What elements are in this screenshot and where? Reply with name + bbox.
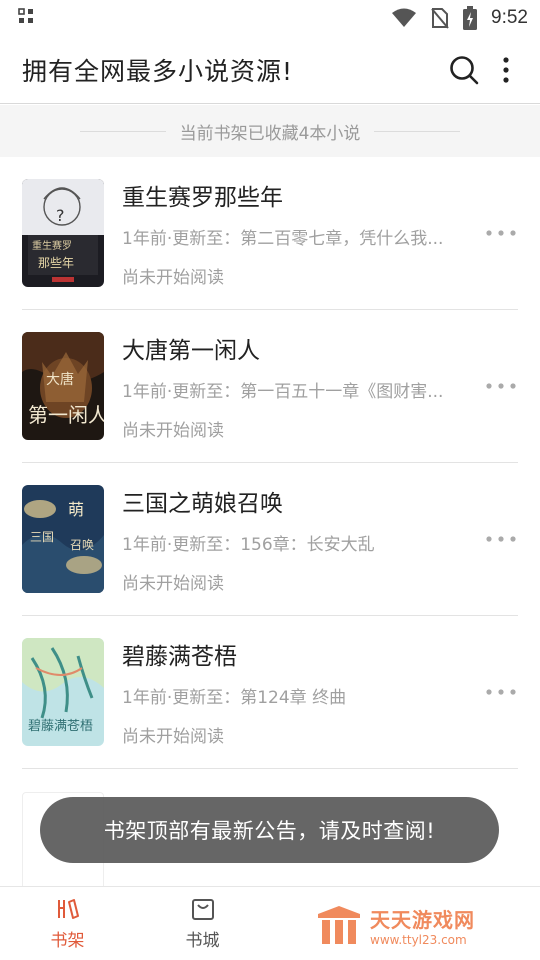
book-update: 1年前·更新至：第一百五十一章《图财害... bbox=[122, 382, 444, 402]
svg-text:那些年: 那些年 bbox=[38, 256, 74, 270]
no-sim-icon bbox=[431, 8, 449, 29]
shelf-count-text: 当前书架已收藏4本小说 bbox=[179, 123, 361, 144]
watermark-name: 天天游戏网 bbox=[370, 907, 475, 932]
divider-right bbox=[374, 130, 461, 132]
toast-notification: 书架顶部有最新公告，请及时查阅! bbox=[40, 797, 499, 863]
book-cover[interactable]: ? 重生赛罗 那些年 bbox=[22, 179, 104, 287]
svg-text:重生赛罗: 重生赛罗 bbox=[32, 239, 72, 252]
toast-message: 书架顶部有最新公告，请及时查阅! bbox=[103, 819, 436, 843]
book-update: 1年前·更新至：第二百零七章，凭什么我... bbox=[122, 229, 444, 249]
status-bar: 9:52 bbox=[0, 0, 540, 36]
nav-bookstore-label: 书城 bbox=[185, 931, 220, 951]
more-horiz-icon bbox=[486, 536, 516, 542]
book-update: 1年前·更新至：156章：长安大乱 bbox=[122, 535, 375, 555]
watermark-url: www.ttyl23.com bbox=[370, 932, 467, 947]
svg-text:召唤: 召唤 bbox=[70, 538, 94, 552]
book-read-status: 尚未开始阅读 bbox=[122, 421, 224, 441]
shelf-count-banner: 当前书架已收藏4本小说 bbox=[0, 105, 540, 157]
book-more-button[interactable] bbox=[484, 525, 518, 553]
search-icon bbox=[450, 55, 479, 84]
book-more-button[interactable] bbox=[484, 219, 518, 247]
book-read-status: 尚未开始阅读 bbox=[122, 268, 224, 288]
more-horiz-icon bbox=[486, 230, 516, 236]
nav-bookstore[interactable]: 书城 bbox=[135, 887, 270, 960]
svg-text:大唐: 大唐 bbox=[46, 371, 74, 388]
status-time: 9:52 bbox=[491, 7, 528, 28]
book-more-button[interactable] bbox=[484, 678, 518, 706]
battery-charging-icon bbox=[463, 6, 478, 30]
book-more-button[interactable] bbox=[484, 372, 518, 400]
book-title: 三国之萌娘召唤 bbox=[122, 491, 283, 517]
book-cover[interactable]: 大唐 第一闲人 bbox=[22, 332, 104, 440]
menu-button[interactable] bbox=[488, 46, 524, 94]
nav-bookshelf-label: 书架 bbox=[50, 931, 85, 951]
book-item[interactable]: 碧藤满苍梧 碧藤满苍梧 1年前·更新至：第124章 终曲 尚未开始阅读 bbox=[22, 616, 518, 769]
apps-icon bbox=[18, 8, 33, 23]
search-button[interactable] bbox=[440, 46, 488, 94]
book-read-status: 尚未开始阅读 bbox=[122, 727, 224, 747]
book-cover[interactable]: 碧藤满苍梧 bbox=[22, 638, 104, 746]
book-title: 重生赛罗那些年 bbox=[122, 185, 283, 211]
book-title: 大唐第一闲人 bbox=[122, 338, 260, 364]
book-read-status: 尚未开始阅读 bbox=[122, 574, 224, 594]
bookshelf-icon bbox=[57, 899, 79, 919]
svg-text:碧藤满苍梧: 碧藤满苍梧 bbox=[28, 719, 93, 734]
book-update: 1年前·更新至：第124章 终曲 bbox=[122, 688, 347, 708]
bookstore-bag-icon bbox=[191, 899, 214, 920]
app-bar: 拥有全网最多小说资源! bbox=[0, 36, 540, 104]
svg-text:萌: 萌 bbox=[68, 500, 84, 519]
more-vert-icon bbox=[503, 56, 509, 83]
more-horiz-icon bbox=[486, 383, 516, 389]
wifi-icon bbox=[392, 8, 417, 27]
svg-text:第一闲人: 第一闲人 bbox=[28, 403, 104, 427]
more-horiz-icon bbox=[486, 689, 516, 695]
page-title: 拥有全网最多小说资源! bbox=[22, 56, 294, 86]
watermark: 天天游戏网 www.ttyl23.com bbox=[316, 900, 516, 950]
book-cover[interactable]: 萌 三国 召唤 bbox=[22, 485, 104, 593]
divider-left bbox=[79, 130, 166, 132]
book-title: 碧藤满苍梧 bbox=[122, 644, 237, 670]
book-list: ? 重生赛罗 那些年 重生赛罗那些年 1年前·更新至：第二百零七章，凭什么我..… bbox=[0, 157, 540, 769]
svg-text:三国: 三国 bbox=[30, 530, 54, 544]
watermark-logo-icon bbox=[318, 906, 360, 944]
svg-text:?: ? bbox=[56, 206, 65, 225]
book-item[interactable]: 大唐 第一闲人 大唐第一闲人 1年前·更新至：第一百五十一章《图财害... 尚未… bbox=[22, 310, 518, 463]
book-item[interactable]: ? 重生赛罗 那些年 重生赛罗那些年 1年前·更新至：第二百零七章，凭什么我..… bbox=[22, 157, 518, 310]
book-item[interactable]: 萌 三国 召唤 三国之萌娘召唤 1年前·更新至：156章：长安大乱 尚未开始阅读 bbox=[22, 463, 518, 616]
nav-bookshelf[interactable]: 书架 bbox=[0, 887, 135, 960]
